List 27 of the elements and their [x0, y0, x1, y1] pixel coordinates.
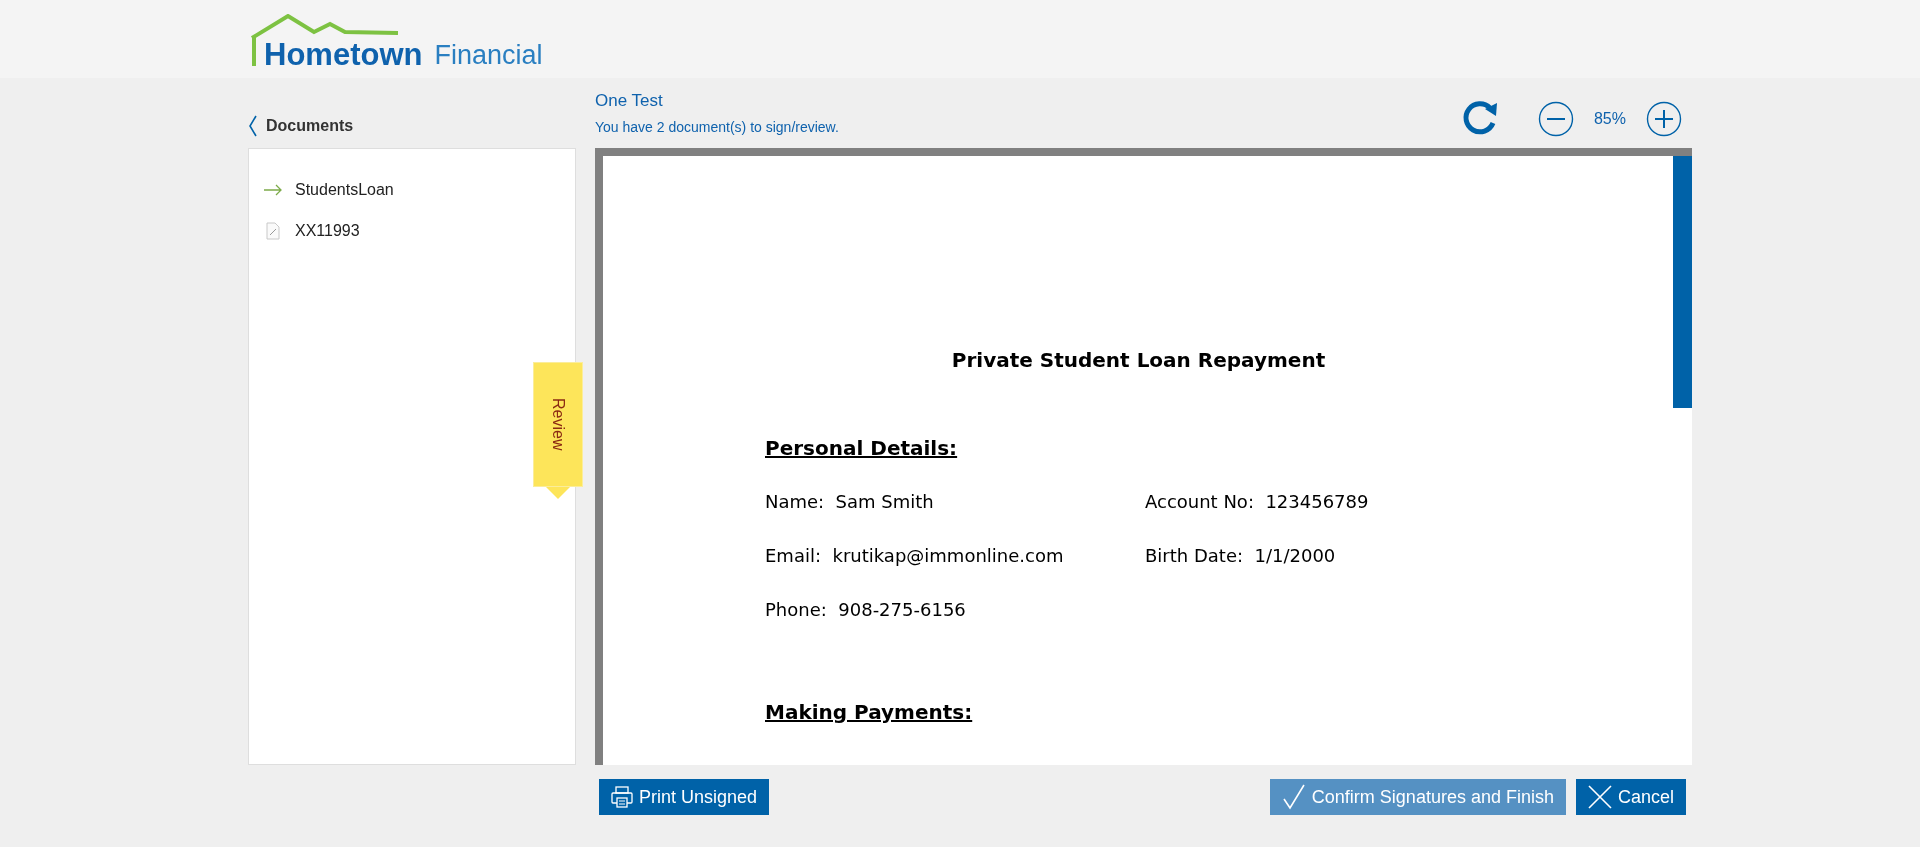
review-tab[interactable]: Review [533, 362, 583, 487]
zoom-level: 85% [1593, 110, 1626, 128]
section-heading: Personal Details: [765, 436, 959, 460]
print-button[interactable]: Print Unsigned [599, 779, 770, 815]
field-text: Phone: 908-275-6156 [765, 598, 967, 620]
back-chevron-icon[interactable] [248, 115, 258, 137]
field-text: Birth Date: 1/1/2000 [1145, 544, 1336, 566]
recipient-name: One Test [595, 91, 664, 111]
tab-pointer [546, 487, 570, 499]
back-link[interactable]: Documents [248, 78, 354, 148]
document-list-item[interactable]: XX11993 [249, 210, 575, 251]
status-message: You have 2 document(s) to sign/review. [595, 119, 839, 135]
zoom-in-icon[interactable] [1646, 101, 1682, 137]
field-text: Account No: 123456789 [1145, 490, 1369, 512]
logo-brand: Hometown [264, 39, 423, 72]
cancel-button[interactable]: Cancel [1575, 779, 1686, 815]
zoom-out-icon[interactable] [1537, 101, 1574, 137]
checkmark-icon [1281, 784, 1306, 810]
printer-icon [611, 786, 633, 808]
scrollbar-thumb[interactable] [1673, 156, 1692, 408]
close-icon [1587, 785, 1612, 809]
logo-suffix: Financial [434, 42, 543, 72]
document-title: Private Student Loan Repayment [950, 348, 1327, 372]
document-list-item[interactable]: StudentsLoan [249, 169, 575, 210]
field-text: Name: Sam Smith [765, 490, 935, 512]
section-heading: Making Payments: [765, 700, 974, 724]
field-text: Email: krutikap@immonline.com [765, 544, 1065, 566]
